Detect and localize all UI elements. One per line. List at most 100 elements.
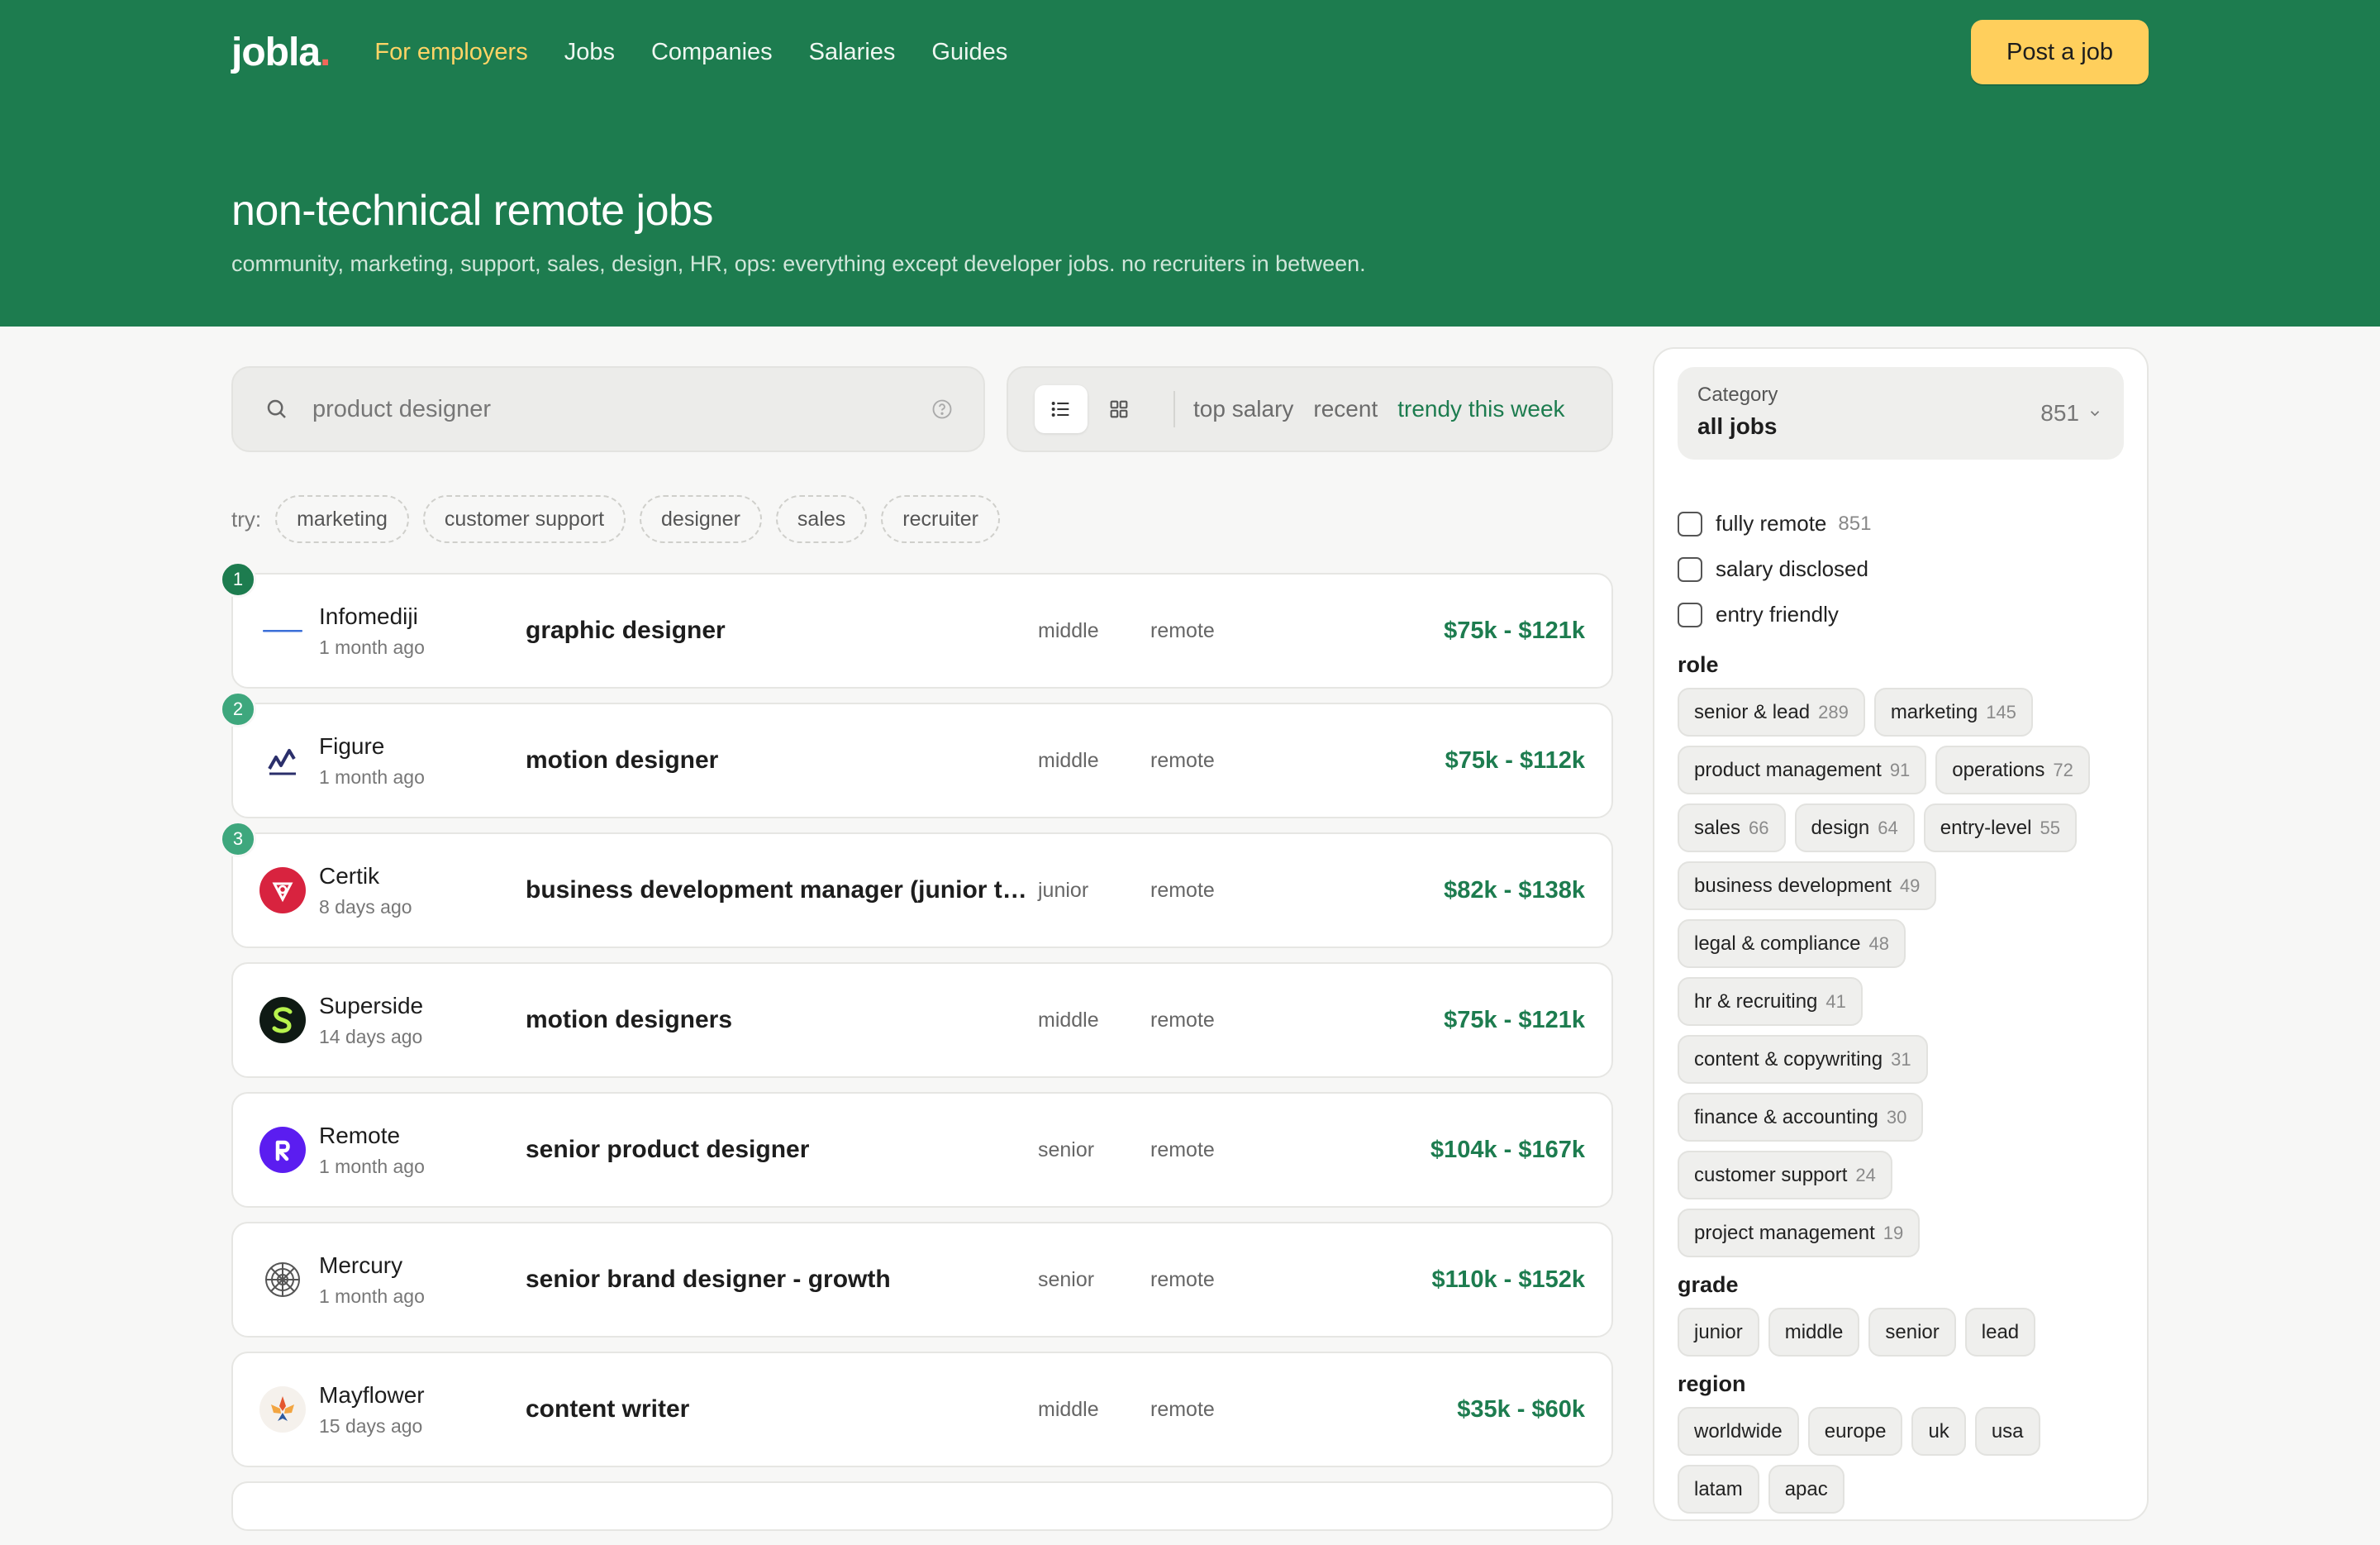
job-title[interactable]: content writer (526, 1395, 1038, 1423)
grid-view-button[interactable] (1092, 385, 1145, 433)
company-name[interactable]: Mercury (319, 1252, 526, 1279)
role-tag[interactable]: business development 49 (1678, 861, 1937, 910)
job-card[interactable]: Superside 14 days ago motion designers m… (231, 962, 1613, 1078)
job-card[interactable]: 1 Infomediji 1 month ago graphic designe… (220, 561, 1613, 689)
role-tag[interactable]: entry-level 55 (1923, 803, 2077, 852)
job-location: remote (1150, 1137, 1215, 1161)
checkbox[interactable] (1678, 511, 1702, 536)
job-card[interactable]: Mercury 1 month ago senior brand designe… (231, 1222, 1613, 1338)
job-card[interactable]: Mayflower 15 days ago content writer mid… (231, 1352, 1613, 1467)
nav-link-jobs[interactable]: Jobs (564, 39, 615, 66)
suggestion-pill[interactable]: customer support (422, 495, 626, 543)
infomediji-logo-icon (259, 608, 306, 654)
checkbox[interactable] (1678, 602, 1702, 627)
role-tag[interactable]: customer support 24 (1678, 1151, 1892, 1199)
company-name[interactable]: Remote (319, 1123, 526, 1149)
nav-link-guides[interactable]: Guides (931, 39, 1007, 66)
superside-logo-icon (259, 997, 306, 1043)
sort-top-salary[interactable]: top salary (1193, 396, 1293, 422)
checkbox[interactable] (1678, 556, 1702, 582)
role-tag[interactable]: product management 91 (1678, 746, 1927, 794)
tag-label: sales (1694, 816, 1741, 839)
job-title[interactable]: graphic designer (526, 617, 1038, 645)
filters-sidebar: Category all jobs 851 fully remote 851 sa… (1653, 347, 2149, 1521)
suggestion-pill[interactable]: marketing (275, 495, 409, 543)
company-info: Certik 8 days ago (319, 863, 526, 918)
checkbox-salary-disclosed[interactable]: salary disclosed (1678, 546, 2124, 592)
job-card[interactable]: 2 Figure 1 month ago motion designer mid… (220, 691, 1613, 818)
company-name[interactable]: Certik (319, 863, 526, 889)
nav-link-employers[interactable]: For employers (374, 39, 527, 66)
role-tag[interactable]: finance & accounting 30 (1678, 1093, 1924, 1142)
company-name[interactable]: Infomediji (319, 603, 526, 630)
company-info: Figure 1 month ago (319, 733, 526, 789)
page-title: non-technical remote jobs (231, 187, 713, 235)
role-tag[interactable]: content & copywriting 31 (1678, 1035, 1928, 1084)
tag-label: business development (1694, 874, 1892, 897)
role-tag[interactable]: design 64 (1794, 803, 1915, 852)
sort-recent[interactable]: recent (1313, 396, 1378, 422)
job-card-partial[interactable] (231, 1481, 1613, 1531)
checkbox-fully-remote[interactable]: fully remote 851 (1678, 501, 2124, 546)
job-title[interactable]: business development manager (junior to … (526, 876, 1038, 904)
try-label: try: (231, 506, 262, 532)
help-icon[interactable] (931, 398, 954, 421)
role-tag[interactable]: operations 72 (1935, 746, 2090, 794)
role-tag[interactable]: sales 66 (1678, 803, 1786, 852)
role-tag[interactable]: legal & compliance 48 (1678, 919, 1906, 968)
job-salary: $35k - $60k (1457, 1395, 1585, 1423)
grade-tag[interactable]: lead (1964, 1308, 2036, 1357)
job-title[interactable]: senior brand designer - growth (526, 1266, 1038, 1294)
job-title[interactable]: motion designers (526, 1006, 1038, 1034)
role-tag[interactable]: hr & recruiting 41 (1678, 977, 1863, 1026)
grade-tag[interactable]: junior (1678, 1308, 1759, 1357)
grade-tag[interactable]: senior (1868, 1308, 1956, 1357)
sort-trendy[interactable]: trendy this week (1397, 396, 1564, 422)
mercury-logo-icon (259, 1257, 306, 1303)
tag-count: 145 (1986, 701, 2016, 722)
category-select[interactable]: Category all jobs 851 (1678, 367, 2124, 460)
job-grade: senior (1038, 1137, 1095, 1161)
checkbox-entry-friendly[interactable]: entry friendly (1678, 592, 2124, 637)
suggestion-pill[interactable]: designer (640, 495, 762, 543)
job-location: remote (1150, 1008, 1215, 1032)
role-tag[interactable]: marketing 145 (1873, 688, 2033, 737)
company-name[interactable]: Mayflower (319, 1382, 526, 1409)
tag-count: 30 (1886, 1106, 1907, 1128)
posted-time: 15 days ago (319, 1414, 423, 1437)
region-tag[interactable]: europe (1807, 1407, 1903, 1456)
region-tag[interactable]: apac (1768, 1465, 1844, 1514)
tag-count: 289 (1818, 701, 1849, 722)
grade-tag[interactable]: middle (1768, 1308, 1860, 1357)
list-view-button[interactable] (1035, 385, 1088, 433)
tag-label: content & copywriting (1694, 1047, 1883, 1071)
tag-label: entry-level (1940, 816, 2032, 839)
search-input[interactable] (312, 395, 931, 423)
rank-badge: 1 (220, 561, 256, 598)
job-card[interactable]: Remote 1 month ago senior product design… (231, 1092, 1613, 1208)
company-name[interactable]: Superside (319, 993, 526, 1019)
site-logo[interactable]: jobla. (231, 30, 331, 75)
tag-count: 49 (1899, 875, 1921, 896)
posted-time: 8 days ago (319, 895, 412, 918)
region-tag[interactable]: worldwide (1678, 1407, 1799, 1456)
region-tag[interactable]: latam (1678, 1465, 1759, 1514)
job-list: 1 Infomediji 1 month ago graphic designe… (220, 561, 1613, 1531)
job-title[interactable]: motion designer (526, 746, 1038, 775)
role-tag[interactable]: project management 19 (1678, 1209, 1921, 1257)
tag-label: finance & accounting (1694, 1105, 1878, 1128)
remote-logo-icon (259, 1127, 306, 1173)
suggestion-pill[interactable]: recruiter (881, 495, 1000, 543)
nav-link-companies[interactable]: Companies (651, 39, 773, 66)
suggestion-pill[interactable]: sales (775, 495, 868, 543)
nav-link-salaries[interactable]: Salaries (809, 39, 896, 66)
company-name[interactable]: Figure (319, 733, 526, 760)
job-title[interactable]: senior product designer (526, 1136, 1038, 1164)
region-tag[interactable]: usa (1974, 1407, 2040, 1456)
region-tag[interactable]: uk (1911, 1407, 1966, 1456)
post-job-button[interactable]: Post a job (1971, 20, 2149, 84)
role-tag[interactable]: senior & lead 289 (1678, 688, 1865, 737)
posted-time: 1 month ago (319, 1155, 425, 1177)
job-card[interactable]: 3 Certik 8 days ago business development… (220, 821, 1613, 948)
job-grade: middle (1038, 748, 1099, 772)
